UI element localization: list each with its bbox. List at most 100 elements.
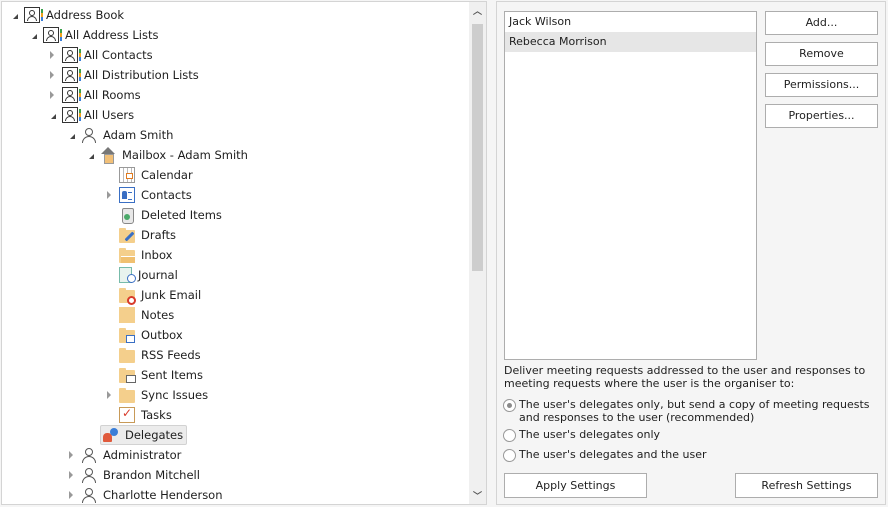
- tree-item-label: All Users: [84, 108, 135, 122]
- tree-item-tasks[interactable]: Tasks: [103, 405, 175, 425]
- tree-vertical-scrollbar[interactable]: ︿ ﹀: [469, 2, 486, 504]
- tree-item-deleted-items[interactable]: Deleted Items: [103, 205, 225, 225]
- deleted-items-icon: [119, 207, 135, 224]
- option-label: The user's delegates only: [519, 428, 661, 441]
- address-book-icon: [24, 7, 43, 23]
- tree-item-all-distribution-lists[interactable]: All Distribution Lists: [46, 65, 202, 85]
- tree-item-label: Calendar: [141, 168, 193, 182]
- properties-button[interactable]: Properties...: [765, 104, 878, 128]
- tree-item-calendar[interactable]: Calendar: [103, 165, 196, 185]
- scrollbar-thumb[interactable]: [472, 24, 483, 271]
- user-icon: [81, 447, 97, 463]
- tree-item-label: Contacts: [141, 188, 192, 202]
- collapse-arrow-icon[interactable]: [84, 145, 96, 165]
- collapse-arrow-icon[interactable]: [27, 25, 39, 45]
- tree-item-label: Charlotte Henderson: [103, 488, 223, 502]
- tree-item-inbox[interactable]: Inbox: [103, 245, 175, 265]
- tree-item-label: All Contacts: [84, 48, 153, 62]
- address-book-icon: [43, 27, 62, 43]
- apply-settings-button[interactable]: Apply Settings: [504, 473, 647, 498]
- tree-item-all-contacts[interactable]: All Contacts: [46, 45, 156, 65]
- tree-item-all-rooms[interactable]: All Rooms: [46, 85, 144, 105]
- tree-item-label: Adam Smith: [103, 128, 174, 142]
- tree-item-brandon-mitchell[interactable]: Brandon Mitchell: [65, 465, 203, 485]
- mailbox-home-icon: [100, 147, 116, 164]
- delegates-settings-panel: Jack Wilson Rebecca Morrison Add... Remo…: [496, 1, 886, 505]
- radio-button[interactable]: [503, 399, 516, 412]
- drafts-folder-icon: [119, 227, 135, 243]
- tree-item-contacts[interactable]: Contacts: [103, 185, 195, 205]
- tree-item-label: Drafts: [141, 228, 176, 242]
- user-icon: [81, 467, 97, 483]
- radio-button[interactable]: [503, 449, 516, 462]
- folder-icon: [119, 387, 135, 403]
- tree-item-label: All Distribution Lists: [84, 68, 199, 82]
- option-delegates-and-user[interactable]: The user's delegates and the user: [503, 448, 707, 462]
- meeting-delivery-description: Deliver meeting requests addressed to th…: [504, 364, 866, 390]
- folder-icon: [119, 347, 135, 363]
- expand-arrow-icon[interactable]: [46, 85, 58, 105]
- tree-item-label: RSS Feeds: [141, 348, 201, 362]
- delegates-list[interactable]: Jack Wilson Rebecca Morrison: [504, 11, 757, 360]
- tree-item-label: Inbox: [141, 248, 173, 262]
- expand-arrow-icon[interactable]: [65, 465, 77, 485]
- user-icon: [81, 127, 97, 143]
- tree-item-label: Sync Issues: [141, 388, 209, 402]
- tree-item-label: Junk Email: [141, 288, 202, 302]
- expand-arrow-icon[interactable]: [46, 65, 58, 85]
- collapse-arrow-icon[interactable]: [8, 5, 20, 25]
- tree-item-journal[interactable]: Journal: [103, 265, 181, 285]
- address-book-icon: [62, 87, 81, 103]
- tree-item-charlotte-henderson[interactable]: Charlotte Henderson: [65, 485, 226, 504]
- address-book-icon: [62, 67, 81, 83]
- tree-item-notes[interactable]: Notes: [103, 305, 177, 325]
- tree-item-rss-feeds[interactable]: RSS Feeds: [103, 345, 204, 365]
- tree-item-sync-issues[interactable]: Sync Issues: [103, 385, 211, 405]
- tree-item-administrator[interactable]: Administrator: [65, 445, 184, 465]
- radio-button[interactable]: [503, 429, 516, 442]
- tree-item-label: Administrator: [103, 448, 182, 462]
- tree-item-address-book[interactable]: Address Book: [8, 5, 127, 25]
- refresh-settings-button[interactable]: Refresh Settings: [735, 473, 878, 498]
- delegate-list-item[interactable]: Jack Wilson: [505, 12, 756, 32]
- tree-item-junk-email[interactable]: Junk Email: [103, 285, 204, 305]
- option-delegates-only[interactable]: The user's delegates only: [503, 428, 660, 442]
- collapse-arrow-icon[interactable]: [46, 105, 58, 125]
- tree-item-label: Mailbox - Adam Smith: [122, 148, 248, 162]
- tree-item-drafts[interactable]: Drafts: [103, 225, 179, 245]
- scroll-up-icon[interactable]: ︿: [469, 2, 486, 19]
- tree-item-label: Outbox: [141, 328, 183, 342]
- tree-item-adam-smith[interactable]: Adam Smith: [65, 125, 176, 145]
- permissions-button[interactable]: Permissions...: [765, 73, 878, 97]
- junk-email-folder-icon: [119, 287, 136, 305]
- expand-arrow-icon[interactable]: [103, 385, 115, 405]
- collapse-arrow-icon[interactable]: [65, 125, 77, 145]
- tree-item-mailbox-adam-smith[interactable]: Mailbox - Adam Smith: [84, 145, 251, 165]
- tree-item-all-users[interactable]: All Users: [46, 105, 137, 125]
- option-label: The user's delegates and the user: [519, 448, 707, 461]
- remove-delegate-button[interactable]: Remove: [765, 42, 878, 66]
- tasks-icon: [119, 406, 135, 423]
- add-delegate-button[interactable]: Add...: [765, 11, 878, 35]
- user-icon: [81, 487, 97, 503]
- expand-arrow-icon[interactable]: [103, 185, 115, 205]
- tree-item-label: Tasks: [141, 408, 172, 422]
- expand-arrow-icon[interactable]: [65, 445, 77, 465]
- scroll-down-icon[interactable]: ﹀: [469, 487, 486, 504]
- tree-item-all-address-lists[interactable]: All Address Lists: [27, 25, 161, 45]
- contacts-icon: [119, 187, 135, 203]
- delegate-list-item-selected[interactable]: Rebecca Morrison: [505, 32, 756, 52]
- address-book-tree[interactable]: Address Book All Address Lists All Conta…: [2, 2, 470, 504]
- notes-icon: [119, 307, 135, 323]
- tree-item-label: Journal: [138, 268, 178, 282]
- tree-item-outbox[interactable]: Outbox: [103, 325, 186, 345]
- inbox-folder-icon: [119, 247, 135, 263]
- tree-item-sent-items[interactable]: Sent Items: [103, 365, 206, 385]
- delegates-icon: [103, 427, 119, 443]
- expand-arrow-icon[interactable]: [65, 485, 77, 504]
- expand-arrow-icon[interactable]: [46, 45, 58, 65]
- tree-item-delegates[interactable]: Delegates: [84, 425, 188, 445]
- calendar-icon: [119, 167, 135, 183]
- option-delegates-copy-user[interactable]: The user's delegates only, but send a co…: [503, 398, 873, 424]
- selected-node[interactable]: Delegates: [100, 425, 188, 445]
